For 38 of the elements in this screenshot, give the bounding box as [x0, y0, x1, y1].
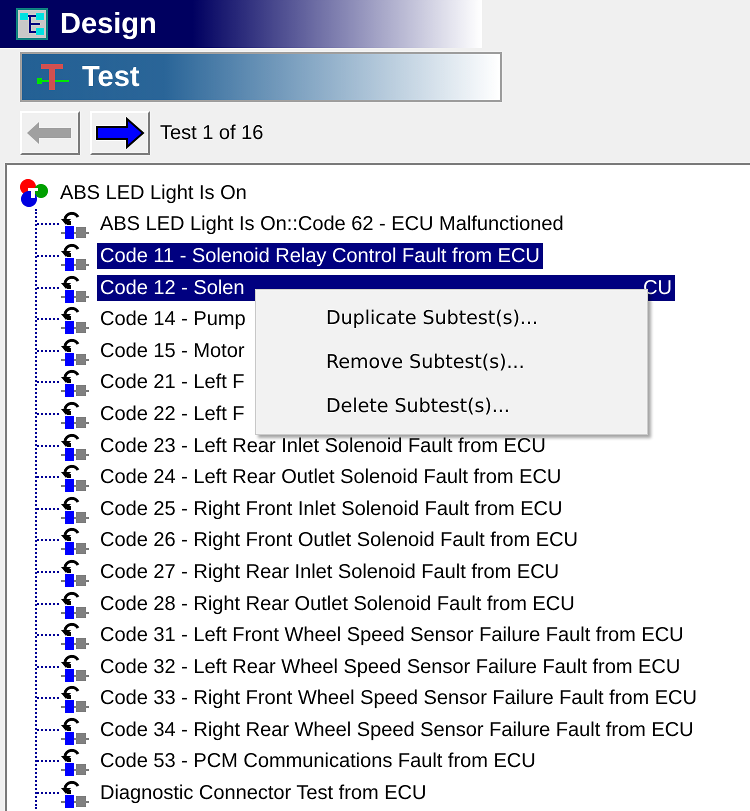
tree-item[interactable]: Code 11 - Solenoid Relay Control Fault from ECU — [97, 242, 543, 269]
test-title: Test — [82, 60, 140, 94]
subtest-icon — [59, 525, 91, 556]
tree-item[interactable]: Code 32 - Left Rear Wheel Speed Sensor Failure Fault from ECU — [97, 654, 684, 680]
tree-item[interactable]: Code 23 - Left Rear Inlet Solenoid Fault from ECU — [97, 432, 549, 459]
menu-item[interactable]: Remove Subtest(s)... — [256, 340, 647, 384]
subtest-icon — [59, 683, 91, 714]
tree-item[interactable]: Code 53 - PCM Communications Fault from ECU — [97, 748, 539, 774]
forward-button[interactable] — [90, 111, 150, 155]
test-icon — [36, 63, 70, 91]
tree-item[interactable]: Code 33 - Right Front Wheel Speed Sensor Failure Fault from ECU — [97, 685, 700, 712]
colored-circles-icon — [19, 178, 49, 208]
tree-item[interactable]: Code 31 - Left Front Wheel Speed Sensor Failure Fault from ECU — [97, 622, 687, 648]
tree-item[interactable]: Diagnostic Connector Test from ECU — [97, 780, 430, 806]
tree-item[interactable]: Code 24 - Left Rear Outlet Solenoid Fault from ECU — [97, 464, 564, 490]
menu-item[interactable]: Delete Subtest(s)... — [256, 384, 647, 428]
tree-item[interactable]: Code 34 - Right Rear Wheel Speed Sensor Failure Fault from ECU — [97, 716, 697, 743]
tree-item[interactable]: ABS LED Light Is On — [57, 180, 250, 206]
tree-item[interactable]: Code 28 - Right Rear Outlet Solenoid Fault from ECU — [97, 590, 578, 617]
subtest-icon — [59, 462, 91, 492]
tree-item[interactable]: Code 26 - Right Front Outlet Solenoid Fault from ECU — [97, 527, 581, 554]
subtest-icon — [59, 209, 91, 240]
subtest-icon — [59, 620, 91, 650]
subtest-icon — [59, 304, 91, 334]
subtest-icon — [59, 367, 91, 398]
test-counter: Test 1 of 16 — [160, 122, 264, 144]
tree-item[interactable]: Code 25 - Right Front Inlet Solenoid Fault from ECU — [97, 496, 566, 522]
tree-item[interactable]: Code 15 - Motor — [97, 338, 248, 364]
tree-item[interactable]: Code 22 - Left F — [97, 400, 248, 427]
subtest-icon — [59, 746, 91, 776]
tree-item[interactable]: Code 21 - Left F — [97, 369, 248, 396]
tree-item[interactable]: Code 14 - Pump — [97, 306, 249, 332]
hierarchy-icon — [16, 8, 48, 40]
tree-item[interactable]: ABS LED Light Is On::Code 62 - ECU Malfunctioned — [97, 211, 567, 238]
subtest-icon — [59, 778, 91, 808]
design-title: Design — [60, 8, 157, 40]
right-arrow-icon — [95, 117, 145, 149]
tree-item[interactable]: Code 27 - Right Rear Inlet Solenoid Fault from ECU — [97, 558, 562, 585]
